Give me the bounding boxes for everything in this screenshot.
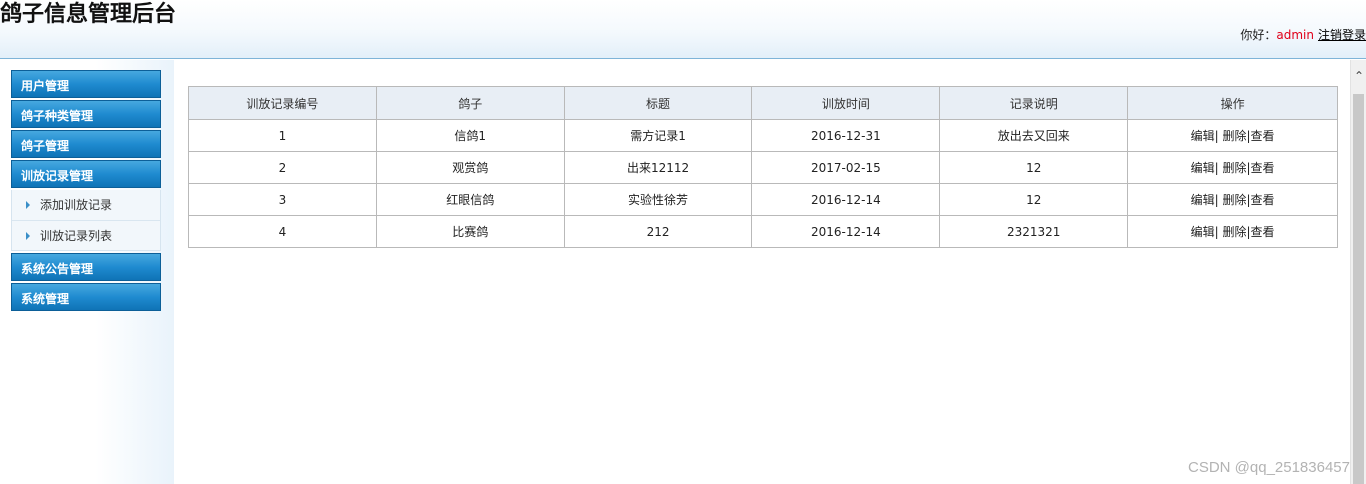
app-title: 鸽子信息管理后台 [0,2,177,27]
menu-pigeon-management[interactable]: 鸽子管理 [11,130,161,158]
table-row: 2 观赏鸽 出来12112 2017-02-15 12 编辑| 删除|查看 [188,151,1338,184]
cell-title: 需方记录1 [563,119,753,152]
view-link[interactable]: 查看 [1251,161,1275,175]
cell-note: 12 [939,183,1129,216]
edit-link[interactable]: 编辑| [1191,129,1219,143]
cell-actions: 编辑| 删除|查看 [1127,183,1338,216]
menu-user-management[interactable]: 用户管理 [11,70,161,98]
edit-link[interactable]: 编辑| [1191,225,1219,239]
menu-training-record-management[interactable]: 训放记录管理 [11,160,161,188]
submenu-item-training-record-list[interactable]: 训放记录列表 [12,220,160,250]
cell-actions: 编辑| 删除|查看 [1127,215,1338,248]
view-link[interactable]: 查看 [1251,193,1275,207]
table-row: 1 信鸽1 需方记录1 2016-12-31 放出去又回来 编辑| 删除|查看 [188,119,1338,152]
cell-time: 2016-12-31 [751,119,941,152]
menu-pigeon-type-management[interactable]: 鸽子种类管理 [11,100,161,128]
cell-pigeon: 比赛鸽 [375,215,565,248]
cell-id: 1 [188,119,377,152]
cell-title: 出来12112 [563,151,753,184]
sidebar-menu: 用户管理 鸽子种类管理 鸽子管理 训放记录管理 添加训放记录 训放记录列表 系统… [11,70,161,313]
cell-note: 放出去又回来 [939,119,1129,152]
cell-id: 3 [188,183,377,216]
sidebar: 用户管理 鸽子种类管理 鸽子管理 训放记录管理 添加训放记录 训放记录列表 系统… [0,60,174,484]
main-content: 训放记录编号 鸽子 标题 训放时间 记录说明 操作 1 信鸽1 需方记录1 20… [174,60,1350,484]
scroll-up-arrow-icon[interactable]: ⌃ [1351,68,1366,84]
menu-announcement-management[interactable]: 系统公告管理 [11,253,161,281]
table-row: 3 红眼信鸽 实验性徐芳 2016-12-14 12 编辑| 删除|查看 [188,183,1338,216]
menu-system-management[interactable]: 系统管理 [11,283,161,311]
watermark: CSDN @qq_251836457 [1187,459,1350,476]
cell-pigeon: 红眼信鸽 [375,183,565,216]
view-link[interactable]: 查看 [1251,129,1275,143]
vertical-scrollbar[interactable]: ⌃ [1350,60,1366,484]
edit-link[interactable]: 编辑| [1191,193,1219,207]
cell-note: 2321321 [939,215,1129,248]
column-header: 鸽子 [375,86,565,120]
arrow-right-icon [26,231,30,240]
submenu-item-add-training-record[interactable]: 添加训放记录 [12,190,160,220]
delete-link[interactable]: 删除 [1222,129,1246,143]
cell-note: 12 [939,151,1129,184]
table-header-row: 训放记录编号 鸽子 标题 训放时间 记录说明 操作 [188,86,1338,120]
column-header: 标题 [563,86,753,120]
cell-id: 2 [188,151,377,184]
cell-time: 2017-02-15 [751,151,941,184]
table-row: 4 比赛鸽 212 2016-12-14 2321321 编辑| 删除|查看 [188,215,1338,248]
delete-link[interactable]: 删除 [1222,161,1246,175]
column-header: 训放记录编号 [188,86,377,120]
column-header: 训放时间 [751,86,941,120]
header: 鸽子信息管理后台 你好：admin 注销登录 [0,0,1366,59]
username: admin [1276,28,1314,42]
cell-actions: 编辑| 删除|查看 [1127,119,1338,152]
view-link[interactable]: 查看 [1251,225,1275,239]
cell-title: 212 [563,215,753,248]
delete-link[interactable]: 删除 [1222,225,1246,239]
training-records-table: 训放记录编号 鸽子 标题 训放时间 记录说明 操作 1 信鸽1 需方记录1 20… [188,86,1338,248]
column-header: 记录说明 [939,86,1129,120]
cell-id: 4 [188,215,377,248]
cell-time: 2016-12-14 [751,183,941,216]
delete-link[interactable]: 删除 [1222,193,1246,207]
cell-pigeon: 信鸽1 [375,119,565,152]
cell-actions: 编辑| 删除|查看 [1127,151,1338,184]
edit-link[interactable]: 编辑| [1191,161,1219,175]
submenu-item-label: 添加训放记录 [40,198,113,212]
training-record-submenu: 添加训放记录 训放记录列表 [11,190,161,251]
arrow-right-icon [26,200,30,209]
greeting-label: 你好： [1240,28,1277,42]
cell-pigeon: 观赏鸽 [375,151,565,184]
scrollbar-thumb[interactable] [1353,94,1364,484]
column-header: 操作 [1127,86,1338,120]
submenu-item-label: 训放记录列表 [40,229,113,243]
logout-link[interactable]: 注销登录 [1318,28,1366,42]
cell-time: 2016-12-14 [751,215,941,248]
user-info: 你好：admin 注销登录 [1240,27,1366,43]
cell-title: 实验性徐芳 [563,183,753,216]
